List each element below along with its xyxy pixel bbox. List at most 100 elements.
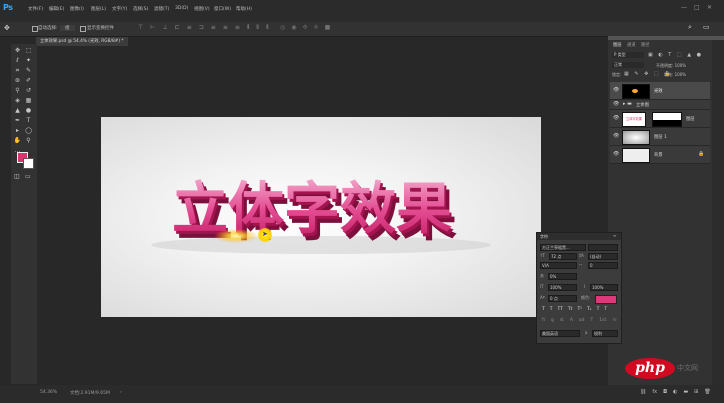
distribute-center-icon[interactable]: ⫴ — [256, 24, 259, 32]
adjustment-icon[interactable]: ◐ — [673, 389, 677, 395]
zoom-tool-icon[interactable]: ⚲ — [24, 136, 33, 145]
language-dropdown[interactable]: 美国英语 — [540, 330, 580, 337]
alternates-icon[interactable]: A — [570, 318, 573, 323]
shape-tool-icon[interactable]: ◯ — [24, 126, 33, 135]
menu-select[interactable]: 选择(S) — [133, 6, 148, 12]
type-style-buttons[interactable]: T T TT Tt T¹ T₁ T T — [542, 307, 607, 312]
workspace-icon[interactable]: ▭ — [703, 23, 710, 31]
layer-filter-dropdown[interactable]: P 类型 — [612, 52, 644, 58]
document-tab[interactable]: 立体效果.psd @ 54.4% (光效, RGB/8#) * — [36, 37, 128, 46]
font-family-field[interactable]: 方正兰亭粗黑... — [540, 244, 586, 251]
distribute-left-icon[interactable]: ⫴ — [247, 24, 250, 32]
menu-edit[interactable]: 编辑(E) — [49, 6, 64, 12]
blend-mode-dropdown[interactable]: 正常 — [612, 62, 644, 68]
align-center-icon[interactable]: ≡ — [187, 24, 192, 32]
tab-paths[interactable]: 路径 — [641, 42, 650, 48]
gradient-tool-icon[interactable]: ▦ — [24, 96, 33, 105]
menu-view[interactable]: 视图(V) — [194, 6, 210, 12]
menu-3d[interactable]: 3D(D) — [175, 6, 188, 11]
eraser-tool-icon[interactable]: ◈ — [13, 96, 22, 105]
history-brush-icon[interactable]: ↺ — [24, 86, 33, 95]
new-layer-icon[interactable]: ⊞ — [694, 389, 698, 395]
delete-layer-icon[interactable]: 🗑 — [704, 389, 710, 395]
distribute-top-icon[interactable]: ≡ — [211, 24, 216, 32]
maximize-icon[interactable]: □ — [694, 4, 700, 11]
layer-row-background[interactable]: 👁 背景 🔒 — [610, 146, 710, 164]
layer-row-layer1[interactable]: 👁 图层 1 — [610, 128, 710, 146]
quick-mask-icon[interactable]: ◫ — [14, 173, 20, 180]
fraction-icon[interactable]: 1st — [599, 318, 606, 323]
3d-scale-icon[interactable]: ■ — [325, 24, 331, 31]
visibility-eye-icon[interactable]: 👁 — [613, 115, 619, 121]
pen-tool-icon[interactable]: ✒ — [13, 116, 22, 125]
lasso-tool-icon[interactable]: ℓ — [13, 56, 22, 65]
faux-bold-icon[interactable]: T — [542, 307, 545, 312]
panel-menu-icon[interactable]: ≡ — [613, 233, 616, 238]
kerning-field[interactable]: V/A — [540, 262, 577, 269]
dodge-tool-icon[interactable]: ● — [24, 106, 33, 115]
crop-tool-icon[interactable]: ⌗ — [13, 66, 22, 75]
menu-image[interactable]: 图像(I) — [70, 6, 84, 12]
superscript-icon[interactable]: T¹ — [577, 307, 582, 312]
hand-tool-icon[interactable]: ✋ — [13, 136, 22, 145]
healing-brush-icon[interactable]: ⊛ — [13, 76, 22, 85]
fx-icon[interactable]: fx — [652, 389, 657, 395]
text-color-swatch[interactable] — [595, 295, 617, 304]
stamp-tool-icon[interactable]: ⚲ — [13, 86, 22, 95]
horizontal-scale-field[interactable]: 100% — [590, 284, 618, 291]
layer-mask-thumbnail[interactable] — [652, 112, 682, 127]
3d-rotate-icon[interactable]: ◎ — [280, 24, 285, 31]
blur-tool-icon[interactable]: ▲ — [13, 106, 22, 115]
distribute-bottom-icon[interactable]: ≡ — [235, 24, 240, 32]
screen-mode-icon[interactable]: ▭ — [25, 173, 31, 180]
link-layers-icon[interactable]: ⛓ — [640, 389, 646, 395]
3d-drag-icon[interactable]: ✣ — [303, 24, 308, 31]
brush-tool-icon[interactable]: ✐ — [24, 76, 33, 85]
underline-icon[interactable]: T — [597, 307, 600, 312]
type-tool-icon[interactable]: T — [24, 116, 33, 125]
background-color-swatch[interactable] — [23, 158, 34, 169]
filter-icons[interactable]: ▣ ◐ T ⬚ ▲ ● — [648, 52, 703, 58]
layers-bottom-icons[interactable]: ⛓ fx ◘ ◐ ▬ ⊞ 🗑 — [640, 389, 711, 395]
titling-icon[interactable]: ad — [579, 318, 585, 323]
menu-file[interactable]: 文件(F) — [28, 6, 43, 12]
3d-mode-icons[interactable]: ◎ ◉ ✣ ✢ ■ — [280, 24, 330, 31]
tab-layers[interactable]: 图层 — [613, 42, 622, 48]
visibility-eye-icon[interactable]: 👁 — [613, 133, 619, 139]
fill-field[interactable]: 填充: 100% — [664, 72, 686, 78]
ligature-icon[interactable]: fi — [542, 318, 545, 323]
tab-channels[interactable]: 通道 — [627, 42, 636, 48]
swash-icon[interactable]: ꝗ — [551, 318, 554, 323]
opentype-buttons[interactable]: fi ꝗ st Aad T 1st ½ — [542, 318, 617, 323]
auto-select-dropdown[interactable]: 组 — [60, 25, 75, 31]
magic-wand-icon[interactable]: ✦ — [24, 56, 33, 65]
font-style-field[interactable] — [588, 244, 618, 251]
layer-row-light[interactable]: 👁 光效 — [610, 82, 710, 100]
leading-field[interactable]: (自动) — [588, 253, 618, 260]
3d-roll-icon[interactable]: ◉ — [291, 24, 296, 31]
menu-window[interactable]: 窗口(W) — [214, 6, 231, 12]
menu-type[interactable]: 文字(Y) — [112, 6, 127, 12]
font-size-field[interactable]: 72 点 — [549, 253, 577, 260]
search-icon[interactable]: ⌕ — [688, 23, 692, 32]
minimize-icon[interactable]: — — [681, 4, 687, 11]
menu-layer[interactable]: 图层(L) — [91, 6, 106, 12]
align-left-icon[interactable]: ⊏ — [175, 24, 180, 32]
tracking-field[interactable]: 0 — [588, 262, 618, 269]
move-tool-icon[interactable]: ✥ — [4, 24, 10, 32]
move-tool-icon[interactable]: ✥ — [13, 46, 22, 55]
visibility-eye-icon[interactable]: 👁 — [613, 151, 619, 157]
zoom-level[interactable]: 54.36% — [40, 390, 57, 395]
subscript-icon[interactable]: T₁ — [587, 307, 592, 312]
align-bottom-icon[interactable]: ⊥ — [162, 24, 167, 32]
small-caps-icon[interactable]: Tt — [568, 307, 573, 312]
menu-filter[interactable]: 滤镜(T) — [154, 6, 169, 12]
visibility-eye-icon[interactable]: 👁 — [613, 101, 619, 107]
layer-row-text-image[interactable]: 👁 立体字效果 图层 — [610, 110, 710, 128]
new-group-icon[interactable]: ▬ — [683, 389, 688, 395]
close-icon[interactable]: ✕ — [707, 4, 712, 11]
path-select-icon[interactable]: ▸ — [13, 126, 22, 135]
tsume-field[interactable]: 0% — [548, 273, 577, 280]
opacity-field[interactable]: 不透明度: 100% — [656, 63, 686, 69]
stylistic-icon[interactable]: st — [560, 318, 564, 323]
